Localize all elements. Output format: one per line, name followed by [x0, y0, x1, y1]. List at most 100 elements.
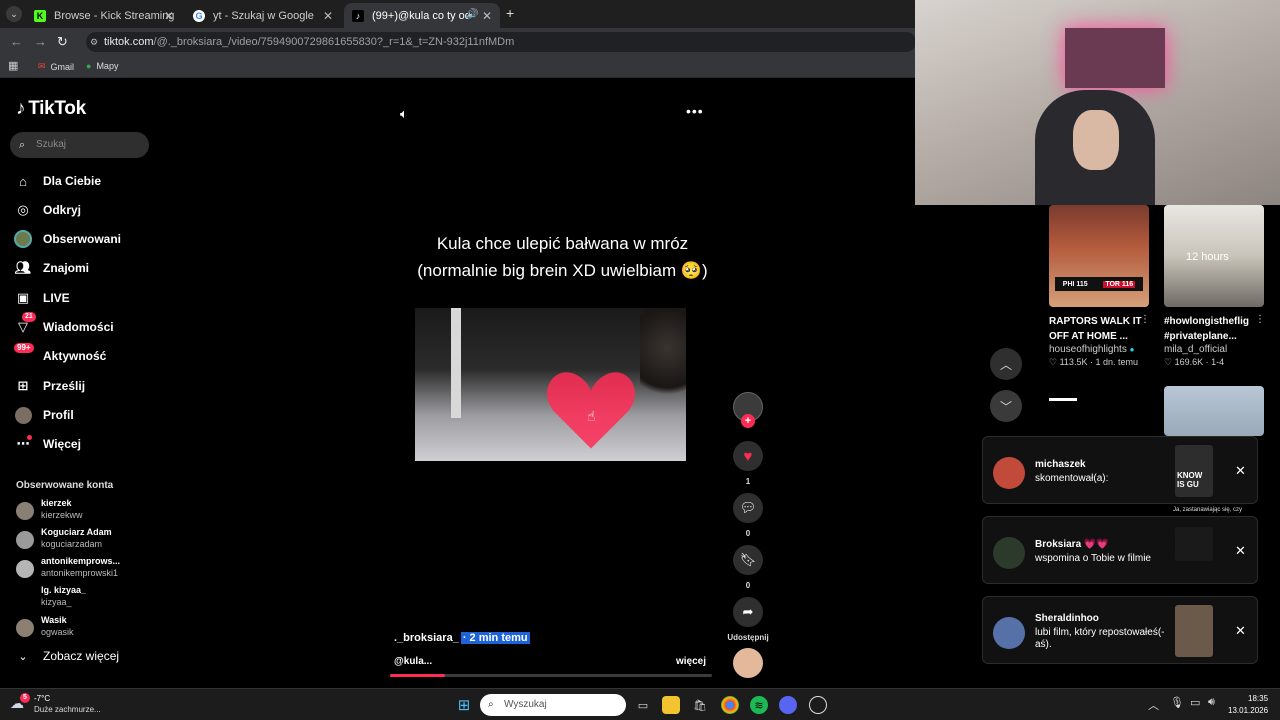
- recommendation-thumbnail-partial[interactable]: [1164, 386, 1264, 436]
- tab-tiktok[interactable]: ♪ (99+)@kula co ty odpierdal 🔊 ✕: [344, 3, 500, 28]
- account-handle: antonikemprowski1: [41, 568, 119, 578]
- speaker-icon[interactable]: 🔊: [466, 9, 478, 20]
- heart-icon: ♥: [743, 447, 753, 465]
- save-button[interactable]: 🔖︎: [733, 545, 763, 575]
- network-icon[interactable]: ▭: [1190, 696, 1200, 709]
- search-icon: ⌕: [19, 139, 26, 151]
- more-options-icon[interactable]: •••: [686, 103, 704, 119]
- notification-text: skomentował(a):: [1035, 473, 1109, 484]
- share-label: Udostępnij: [727, 633, 769, 642]
- nav-upload[interactable]: ⊞ Prześlij: [14, 376, 154, 396]
- recommendation-stats: ♡ 113.5K · 1 dn. temu: [1049, 357, 1138, 367]
- video-player[interactable]: ☝: [415, 308, 686, 461]
- volume-icon[interactable]: 🔈︎: [400, 106, 408, 122]
- site-info-icon[interactable]: ⚙: [90, 32, 98, 52]
- bookmark-gmail[interactable]: ✉ Gmail: [38, 61, 74, 72]
- maps-icon: ●: [86, 61, 92, 71]
- following-account[interactable]: Koguciarz Adam koguciarzadam: [16, 527, 156, 553]
- scroll-down-button[interactable]: ﹀: [990, 390, 1022, 422]
- recommendation-card[interactable]: 12 hours #howlongistheflig #privateplane…: [1164, 205, 1264, 368]
- follow-plus-button[interactable]: +: [741, 414, 755, 428]
- bookmark-maps[interactable]: ● Mapy: [86, 61, 118, 71]
- following-account[interactable]: kierzek kierzekww: [16, 498, 156, 524]
- clock-time[interactable]: 18:35: [1248, 694, 1268, 703]
- nav-profile[interactable]: Profil: [14, 405, 154, 425]
- age-label: 1 dn. temu: [1095, 357, 1138, 367]
- nav-more[interactable]: ⋯ Więcej: [14, 434, 154, 454]
- reload-icon[interactable]: ↻: [57, 34, 68, 50]
- recommendation-thumbnail-partial[interactable]: [1049, 386, 1149, 436]
- nav-for-you[interactable]: ⌂ Dla Ciebie: [14, 171, 154, 191]
- tray-chevron-icon[interactable]: ︿: [1148, 697, 1159, 713]
- tiktok-logo[interactable]: ♪ TikTok: [16, 98, 86, 120]
- forward-arrow-icon[interactable]: →: [34, 34, 47, 49]
- share-button[interactable]: ➦: [733, 597, 763, 627]
- compass-icon: ◎: [17, 202, 29, 217]
- spotify-icon[interactable]: ≋: [750, 696, 768, 714]
- close-icon[interactable]: ✕: [323, 9, 333, 23]
- close-icon[interactable]: ✕: [482, 9, 492, 23]
- notification-toast[interactable]: michaszek skomentował(a): KNOW IS GU Ja,…: [982, 436, 1258, 513]
- following-avatar-icon: [14, 230, 32, 248]
- close-icon[interactable]: ✕: [1235, 623, 1246, 639]
- nav-live[interactable]: ▣ LIVE: [14, 288, 154, 308]
- more-vertical-icon[interactable]: ⋮: [1140, 314, 1150, 325]
- scroll-up-button[interactable]: ︿: [990, 348, 1022, 380]
- close-icon[interactable]: ✕: [1235, 543, 1246, 559]
- clock-date[interactable]: 13.01.2026: [1228, 706, 1268, 715]
- discord-icon[interactable]: [779, 696, 797, 714]
- account-handle: kizyaa_: [41, 597, 72, 607]
- notification-preview: Ja, zastanawiając się, czy: [1173, 507, 1243, 513]
- file-explorer-icon[interactable]: [662, 696, 680, 714]
- more-link[interactable]: więcej: [676, 656, 706, 667]
- chrome-icon[interactable]: [721, 696, 739, 714]
- task-view-icon[interactable]: ▭: [634, 696, 652, 714]
- nav-following[interactable]: Obserwowani: [14, 229, 154, 249]
- kick-icon: K: [34, 9, 46, 22]
- weather-desc: Duże zachmurze...: [34, 705, 101, 714]
- apps-grid-icon[interactable]: ▦: [8, 59, 18, 72]
- nav-messages[interactable]: ▽ 21 Wiadomości: [14, 312, 154, 337]
- upload-icon: ⊞: [17, 378, 29, 393]
- music-disc[interactable]: [733, 648, 763, 678]
- taskbar-search-input[interactable]: ⌕ Wyszukaj: [480, 694, 626, 716]
- author-name[interactable]: ._broksiara_: [394, 632, 459, 644]
- more-vertical-icon[interactable]: ⋮: [1255, 314, 1265, 325]
- volume-tray-icon[interactable]: 🔊︎: [1208, 696, 1215, 709]
- windows-start-icon[interactable]: ⊞: [455, 696, 473, 714]
- weather-icon[interactable]: ☁ 5: [10, 693, 30, 712]
- notification-toast[interactable]: Sheraldinhoo lubi film, który repostował…: [982, 596, 1258, 664]
- following-account[interactable]: lg. kizyaa_ kizyaa_: [16, 585, 156, 611]
- tab-google[interactable]: G yt - Szukaj w Google ✕: [185, 3, 341, 28]
- video-author-line: ._broksiara_ · 2 min temu: [394, 632, 530, 644]
- avatar: [993, 537, 1025, 569]
- google-icon: G: [193, 9, 205, 22]
- tab-list-button[interactable]: ⌄: [6, 6, 22, 22]
- close-icon[interactable]: ✕: [164, 9, 174, 23]
- store-icon[interactable]: 🛍︎: [691, 696, 709, 714]
- notification-toast[interactable]: Broksiara 💗💗 wspomina o Tobie w filmie ✕: [982, 516, 1258, 584]
- following-account[interactable]: Wasik ogwasik: [16, 615, 156, 641]
- recommendation-card[interactable]: PHI 115 TOR 116 RAPTORS WALK IT OFF AT H…: [1049, 205, 1149, 368]
- tab-kick[interactable]: K Browse - Kick Streaming ✕: [26, 3, 182, 28]
- bookmark-icon: 🔖︎: [739, 552, 757, 567]
- bookmark-label: Gmail: [50, 61, 75, 72]
- new-tab-button[interactable]: +: [506, 5, 514, 21]
- video-progress-bar[interactable]: [390, 674, 712, 677]
- like-button[interactable]: ♥: [733, 441, 763, 471]
- obs-icon[interactable]: [809, 696, 827, 714]
- back-arrow-icon[interactable]: ←: [10, 34, 23, 49]
- nav-friends[interactable]: 👥︎ Znajomi: [14, 258, 154, 278]
- url-field[interactable]: ⚙ tiktok.com/@._broksiara_/video/7594900…: [86, 32, 916, 52]
- nav-activity[interactable]: 99+ Aktywność: [14, 343, 154, 366]
- close-icon[interactable]: ✕: [1235, 463, 1246, 479]
- following-account[interactable]: antonikemprows... antonikemprowski1: [16, 556, 156, 582]
- see-more-accounts[interactable]: ⌄ Zobacz więcej: [14, 646, 154, 666]
- search-input[interactable]: ⌕ Szukaj: [10, 132, 149, 158]
- notification-text: wspomina o Tobie w filmie: [1035, 553, 1151, 564]
- comment-button[interactable]: 💬︎: [733, 493, 763, 523]
- nav-explore[interactable]: ◎ Odkryj: [14, 200, 154, 220]
- video-timestamp: · 2 min temu: [460, 632, 530, 644]
- microphone-icon[interactable]: 🎙︎: [1170, 696, 1184, 709]
- score-phi: PHI 115: [1062, 280, 1088, 288]
